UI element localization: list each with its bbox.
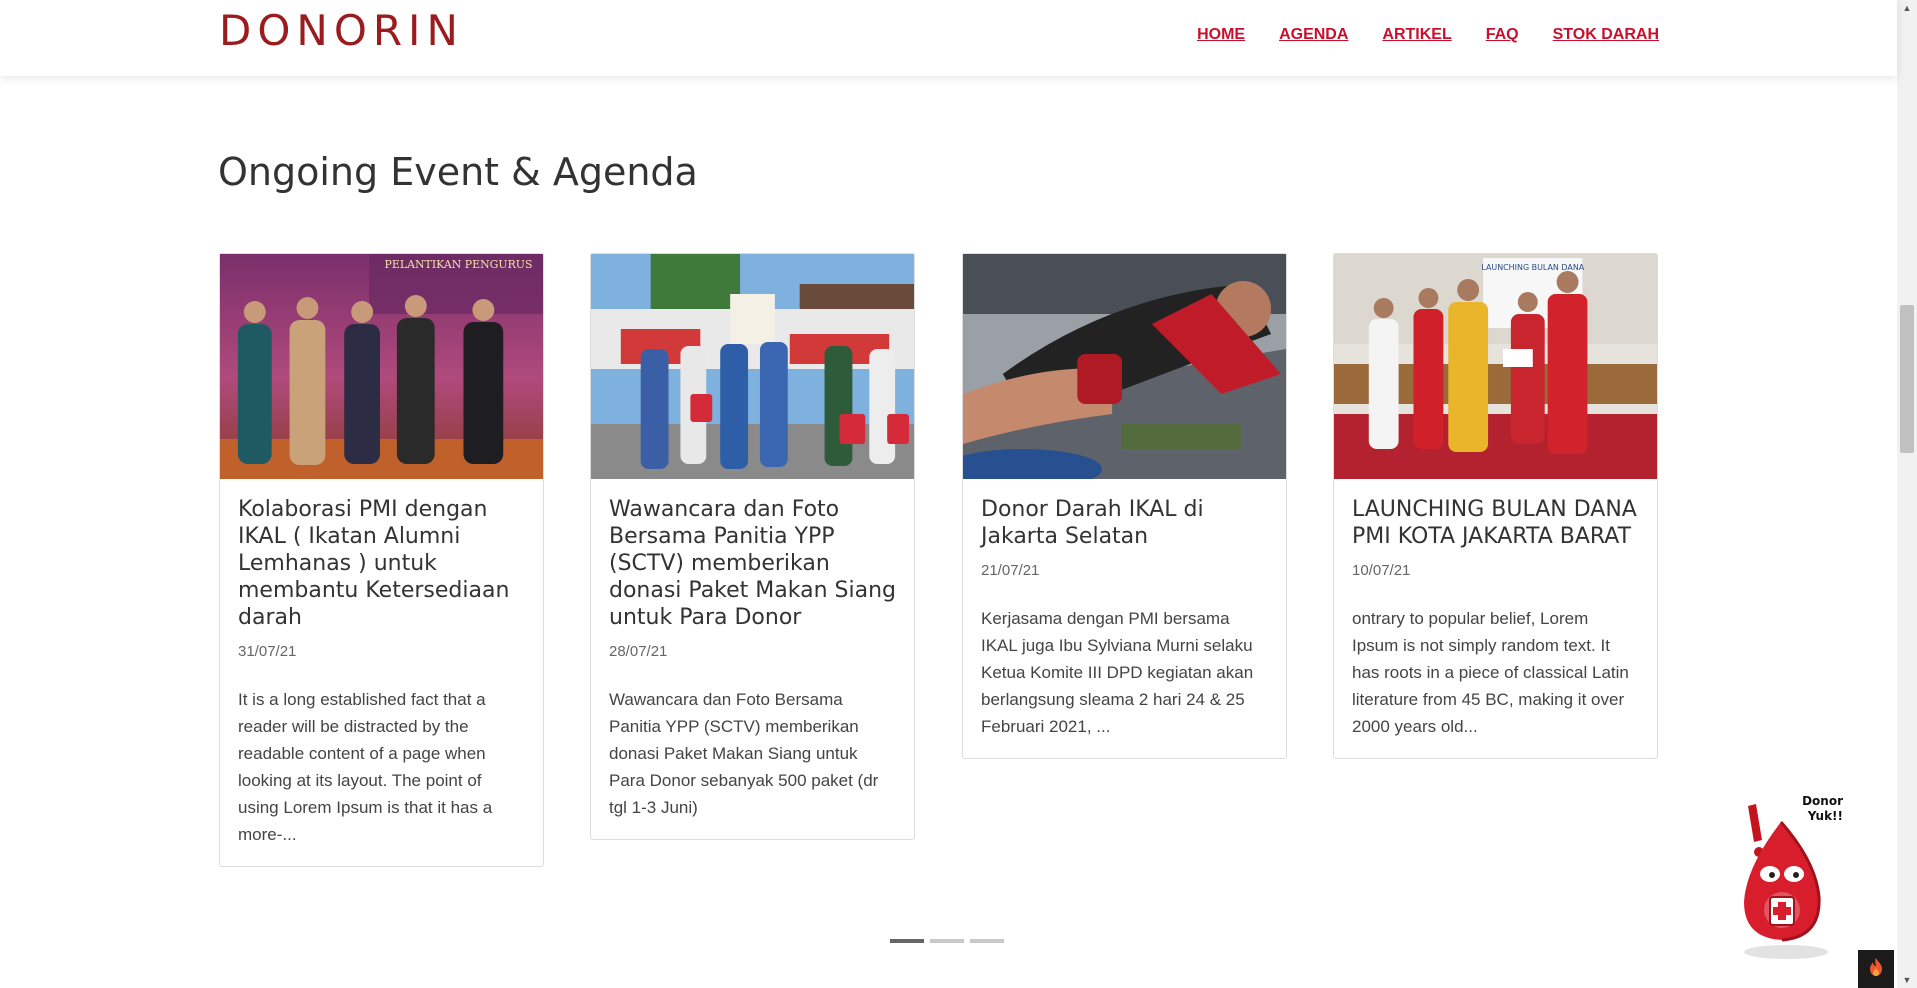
event-title[interactable]: Donor Darah IKAL di Jakarta Selatan — [981, 496, 1268, 550]
event-card[interactable]: PELANTIKAN PENGURUS Kolaborasi PMI denga… — [219, 253, 544, 867]
carousel-dots — [890, 939, 1004, 943]
carousel-dot[interactable] — [890, 939, 924, 943]
mascot-caption-line: Yuk!! — [1807, 809, 1843, 823]
event-title[interactable]: LAUNCHING BULAN DANA PMI KOTA JAKARTA BA… — [1352, 496, 1639, 550]
event-date: 28/07/21 — [609, 643, 668, 660]
site-header: DONORIN HOME AGENDA ARTIKEL FAQ STOK DAR… — [0, 0, 1897, 76]
event-image[interactable]: PELANTIKAN PENGURUS — [220, 254, 543, 479]
event-card[interactable]: LAUNCHING BULAN DANA LAUNCHING BULAN DAN… — [1333, 253, 1658, 759]
event-excerpt: It is a long established fact that a rea… — [238, 690, 493, 844]
main-nav: HOME AGENDA ARTIKEL FAQ STOK DARAH — [1197, 26, 1659, 44]
event-date: 10/07/21 — [1352, 562, 1411, 579]
scroll-down-icon[interactable]: ▼ — [1897, 972, 1917, 988]
event-card[interactable]: Donor Darah IKAL di Jakarta Selatan 21/0… — [962, 253, 1287, 759]
event-excerpt: Kerjasama dengan PMI bersama IKAL juga I… — [981, 609, 1254, 736]
nav-agenda-link[interactable]: AGENDA — [1279, 26, 1348, 44]
nav-artikel-link[interactable]: ARTIKEL — [1382, 26, 1451, 44]
mascot-caption: Donor Yuk!! — [1795, 794, 1843, 824]
scroll-up-icon[interactable]: ▲ — [1897, 0, 1917, 16]
event-excerpt: Wawancara dan Foto Bersama Panitia YPP (… — [609, 690, 879, 817]
svg-text:LAUNCHING BULAN DANA: LAUNCHING BULAN DANA — [1481, 263, 1584, 272]
page-scrollbar[interactable]: ▲ ▼ — [1897, 0, 1917, 988]
nav-stok-darah-link[interactable]: STOK DARAH — [1553, 26, 1659, 44]
event-image[interactable]: LAUNCHING BULAN DANA — [1334, 254, 1657, 479]
event-excerpt: ontrary to popular belief, Lorem Ipsum i… — [1352, 609, 1629, 736]
event-date: 31/07/21 — [238, 643, 297, 660]
event-title[interactable]: Wawancara dan Foto Bersama Panitia YPP (… — [609, 496, 896, 631]
scrollbar-thumb[interactable] — [1900, 305, 1914, 453]
event-image[interactable] — [963, 254, 1286, 479]
event-title[interactable]: Kolaborasi PMI dengan IKAL ( Ikatan Alum… — [238, 496, 525, 631]
event-card[interactable]: Wawancara dan Foto Bersama Panitia YPP (… — [590, 253, 915, 840]
carousel-dot[interactable] — [970, 939, 1004, 943]
event-date: 21/07/21 — [981, 562, 1040, 579]
nav-home-link[interactable]: HOME — [1197, 26, 1245, 44]
flame-icon — [1867, 957, 1885, 982]
flame-button[interactable] — [1858, 950, 1894, 988]
event-image[interactable] — [591, 254, 914, 479]
carousel-dot[interactable] — [930, 939, 964, 943]
mascot-caption-line: Donor — [1802, 794, 1843, 808]
site-logo[interactable]: DONORIN — [219, 6, 464, 55]
section-title: Ongoing Event & Agenda — [218, 150, 698, 194]
nav-faq-link[interactable]: FAQ — [1486, 26, 1519, 44]
svg-text:PELANTIKAN PENGURUS: PELANTIKAN PENGURUS — [385, 258, 533, 271]
